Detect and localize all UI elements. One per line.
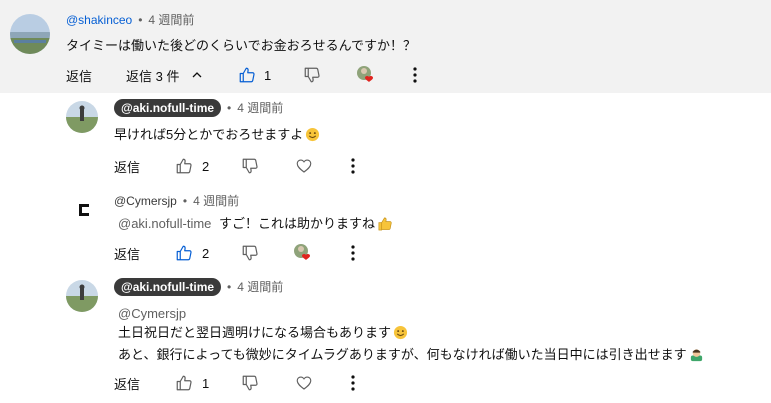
view-replies-button[interactable]: 返信 3 件 xyxy=(126,64,203,86)
thumbs-down-icon xyxy=(241,374,259,392)
reply-button[interactable]: 返信 xyxy=(114,242,140,264)
like-count: 2 xyxy=(202,158,210,174)
smile-emoji-icon xyxy=(305,127,320,147)
creator-heart-icon xyxy=(293,243,313,263)
smile-emoji-icon xyxy=(393,325,408,345)
avatar[interactable] xyxy=(66,280,98,312)
dislike-button[interactable] xyxy=(241,372,259,394)
like-count: 1 xyxy=(202,375,210,391)
separator-dot: • xyxy=(138,13,143,27)
like-button[interactable]: 1 xyxy=(238,64,271,86)
reply-button[interactable]: 返信 xyxy=(66,64,92,86)
creator-heart-icon xyxy=(356,65,376,85)
author-handle-badge[interactable]: @aki.nofull-time xyxy=(114,99,222,117)
separator-dot: • xyxy=(227,101,232,115)
more-options-button[interactable] xyxy=(410,64,420,86)
thumbs-up-icon xyxy=(175,244,193,262)
comment-actions: 返信 2 xyxy=(0,242,771,264)
comment-header: @aki.nofull-time • 4 週間前 xyxy=(114,278,283,296)
more-options-button[interactable] xyxy=(348,155,358,177)
comment-time[interactable]: 4 週間前 xyxy=(237,280,283,294)
heart-outline-icon xyxy=(295,157,313,175)
bowing-person-emoji-icon xyxy=(689,347,704,367)
like-button[interactable]: 1 xyxy=(175,372,209,394)
comment-time[interactable]: 4 週間前 xyxy=(148,13,194,27)
comment-header: @shakinceo • 4 週間前 xyxy=(66,12,194,28)
comment-time[interactable]: 4 週間前 xyxy=(193,194,239,208)
separator-dot: • xyxy=(227,280,232,294)
more-vert-icon xyxy=(348,374,358,392)
chevron-up-icon xyxy=(191,69,203,81)
author-handle[interactable]: @Cymersjp xyxy=(114,194,177,208)
dislike-button[interactable] xyxy=(303,64,321,86)
comment-text: @aki.nofull-time すご！これは助かりますね xyxy=(118,214,392,236)
more-options-button[interactable] xyxy=(348,242,358,264)
author-handle-badge[interactable]: @aki.nofull-time xyxy=(114,278,222,296)
like-button[interactable]: 2 xyxy=(175,155,209,177)
comment-header: @Cymersjp • 4 週間前 xyxy=(114,193,239,209)
author-handle[interactable]: @shakinceo xyxy=(66,13,132,27)
comment-text: 早ければ5分とかでおろせますよ xyxy=(114,125,320,147)
comment-actions: 返信 1 xyxy=(0,372,771,394)
more-vert-icon xyxy=(348,157,358,175)
thumbs-down-icon xyxy=(241,157,259,175)
heart-button[interactable] xyxy=(295,155,313,177)
avatar[interactable] xyxy=(10,14,50,54)
heart-button[interactable] xyxy=(295,372,313,394)
mention-link[interactable]: @Cymersjp xyxy=(118,306,186,321)
thumbs-down-icon xyxy=(241,244,259,262)
thumbs-up-icon xyxy=(175,374,193,392)
thumbs-up-emoji-icon xyxy=(377,216,392,236)
more-vert-icon xyxy=(410,66,420,84)
comment-text: タイミーは働いた後どのくらいでお金おろせるんですか！？ xyxy=(66,38,416,53)
reply-button[interactable]: 返信 xyxy=(114,372,140,394)
comment-header: @aki.nofull-time • 4 週間前 xyxy=(114,99,283,117)
mention-link[interactable]: @aki.nofull-time xyxy=(118,216,211,231)
comment-actions: 返信 返信 3 件 1 xyxy=(0,64,771,86)
creator-heart-badge[interactable] xyxy=(356,64,376,86)
avatar[interactable] xyxy=(66,101,98,133)
creator-heart-badge[interactable] xyxy=(293,242,313,264)
reply-button[interactable]: 返信 xyxy=(114,155,140,177)
more-vert-icon xyxy=(348,244,358,262)
comment-time[interactable]: 4 週間前 xyxy=(237,101,283,115)
separator-dot: • xyxy=(182,194,188,208)
comment-text: @Cymersjp 土日祝日だと翌日週明けになる場合もあります あと、銀行によっ… xyxy=(118,304,704,367)
thumbs-up-icon xyxy=(175,157,193,175)
dislike-button[interactable] xyxy=(241,242,259,264)
like-button[interactable]: 2 xyxy=(175,242,209,264)
thumbs-up-icon xyxy=(238,66,256,84)
dislike-button[interactable] xyxy=(241,155,259,177)
like-count: 2 xyxy=(202,245,210,261)
avatar[interactable] xyxy=(66,194,98,226)
heart-outline-icon xyxy=(295,374,313,392)
like-count: 1 xyxy=(264,67,272,83)
comment-actions: 返信 2 xyxy=(0,155,771,177)
thumbs-down-icon xyxy=(303,66,321,84)
more-options-button[interactable] xyxy=(348,372,358,394)
